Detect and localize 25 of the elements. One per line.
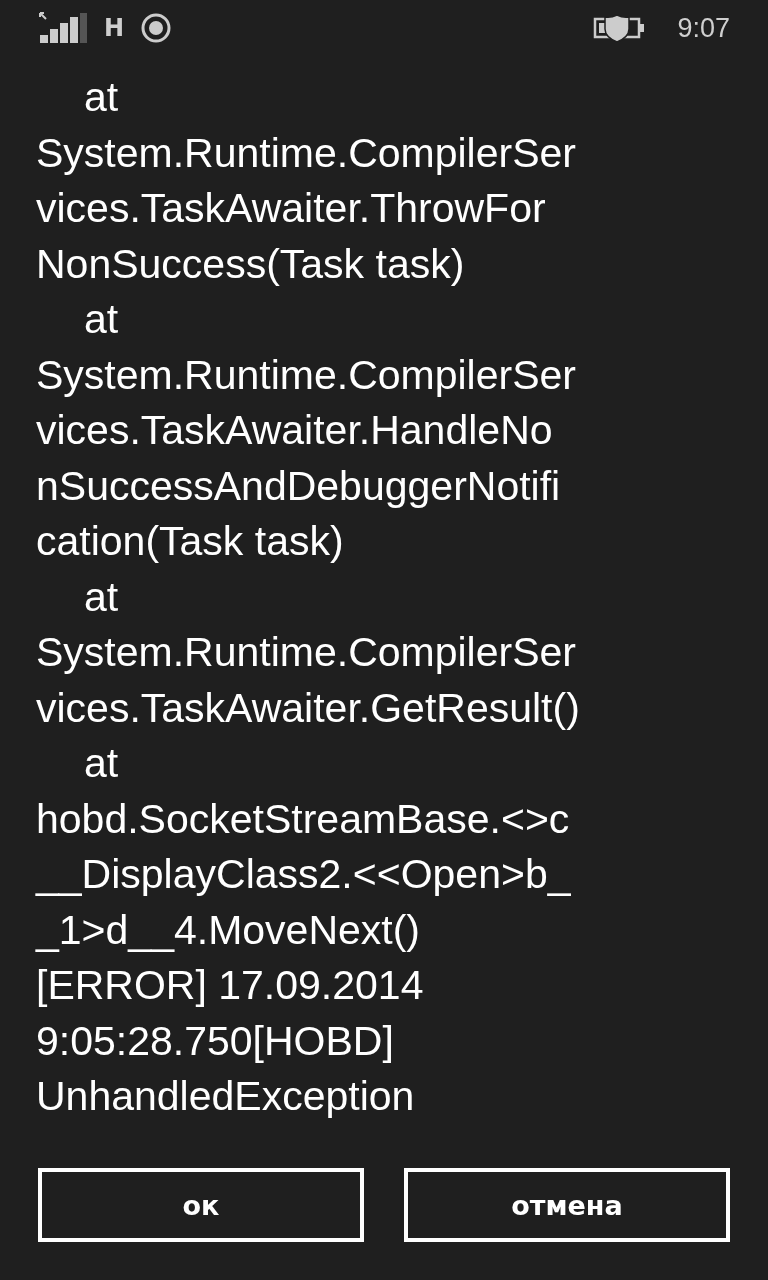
error-text-line: System.Runtime.CompilerSer bbox=[36, 351, 576, 398]
network-type: H bbox=[104, 14, 125, 42]
error-text-line: __DisplayClass2.<<Open>b_ bbox=[36, 851, 571, 897]
clock-time: 9:07 bbox=[677, 12, 730, 44]
error-text-line: nSuccessAndDebuggerNotifi bbox=[36, 462, 561, 509]
error-text-line: vices.TaskAwaiter.HandleNo bbox=[36, 407, 553, 453]
cancel-button[interactable]: отмена bbox=[404, 1168, 730, 1242]
error-text-line: System.Runtime.CompilerSer bbox=[36, 129, 576, 176]
ok-button[interactable]: ок bbox=[38, 1168, 364, 1242]
location-icon bbox=[140, 12, 173, 44]
error-text-line: at bbox=[84, 74, 119, 120]
error-text-line: NonSuccess(Task task) bbox=[36, 240, 465, 287]
error-text-line: 9:05:28.750[HOBD] bbox=[36, 1017, 394, 1064]
error-text-line: System.Runtime.CompilerSer bbox=[36, 629, 576, 675]
error-text-line: cation(Task task) bbox=[36, 518, 344, 564]
error-text-line: at bbox=[84, 740, 119, 786]
error-text-line: vices.TaskAwaiter.GetResult() bbox=[36, 684, 580, 731]
error-text-line: at bbox=[84, 573, 119, 620]
error-text-line: _1>d__4.MoveNext() bbox=[36, 906, 420, 953]
error-text-line: at bbox=[84, 296, 119, 342]
error-text-line: hobd.SocketStreamBase.<>c bbox=[36, 795, 570, 842]
error-text-line: UnhandledException bbox=[36, 1073, 415, 1119]
signal-icon bbox=[38, 11, 88, 45]
error-text-line: [ERROR] 17.09.2014 bbox=[36, 962, 424, 1008]
error-text-line: vices.TaskAwaiter.ThrowFor bbox=[36, 185, 546, 231]
